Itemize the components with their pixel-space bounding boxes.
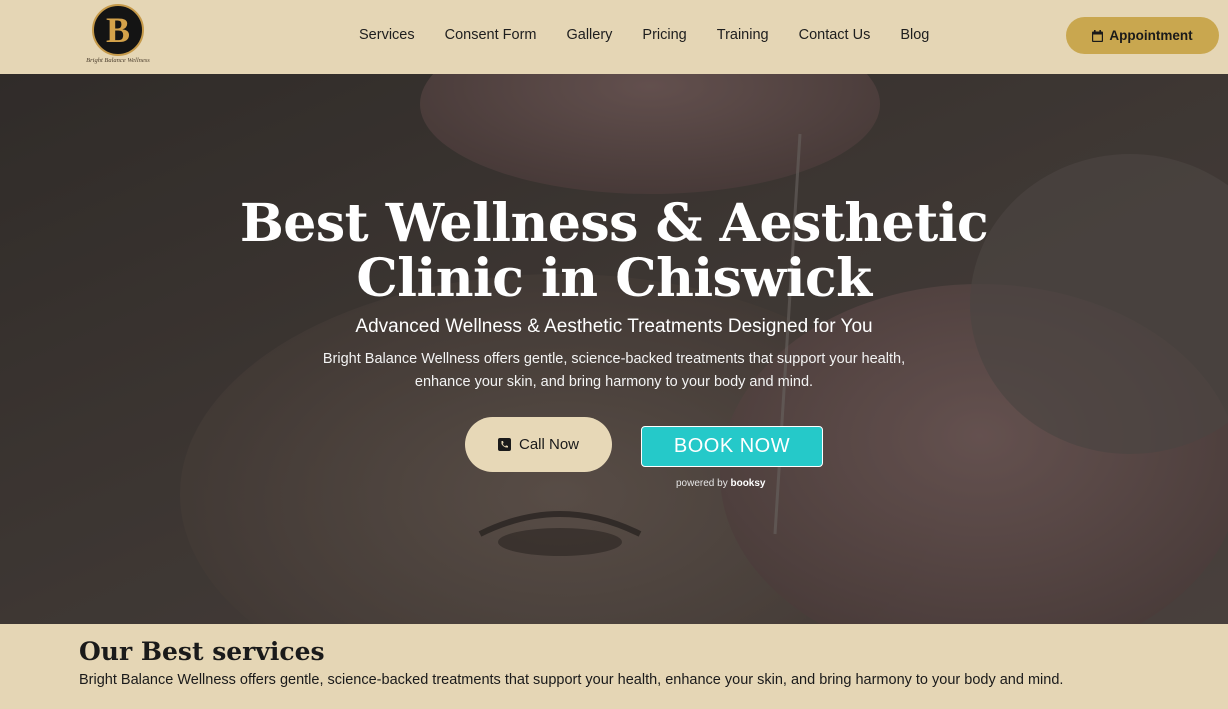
nav-item-services[interactable]: Services	[359, 26, 415, 44]
booksy-logo: booksy	[730, 478, 766, 489]
nav-item-contact-us[interactable]: Contact Us	[799, 26, 871, 44]
powered-prefix: powered by	[676, 478, 728, 489]
call-now-label: Call Now	[518, 436, 579, 453]
hero-title-line-2: Clinic in Chiswick	[356, 248, 872, 309]
call-now-button[interactable]: Call Now	[465, 417, 612, 472]
site-header: B Bright Balance Wellness Services Conse…	[0, 0, 1228, 74]
appointment-button[interactable]: Appointment	[1066, 17, 1219, 54]
book-now-button[interactable]: BOOK NOW	[641, 426, 823, 467]
logo-mark: B	[92, 4, 144, 56]
logo-letter: B	[105, 10, 130, 50]
book-now-label: BOOK NOW	[673, 435, 791, 457]
appointment-label: Appointment	[1109, 28, 1193, 43]
calendar-icon	[1092, 29, 1104, 42]
services-description: Bright Balance Wellness offers gentle, s…	[79, 672, 1064, 688]
hero-title-line-1: Best Wellness & Aesthetic	[239, 193, 989, 254]
services-section: Our Best services Bright Balance Wellnes…	[0, 624, 1228, 709]
phone-icon	[497, 438, 511, 451]
main-nav: Services Consent Form Gallery Pricing Tr…	[359, 26, 929, 44]
services-title: Our Best services	[79, 637, 325, 666]
logo-wordmark: Bright Balance Wellness	[86, 57, 150, 64]
powered-by-booksy[interactable]: powered by booksy	[676, 478, 766, 489]
brand-logo[interactable]: B Bright Balance Wellness	[82, 4, 154, 66]
hero-section: Best Wellness & Aesthetic Clinic in Chis…	[0, 74, 1228, 624]
nav-item-blog[interactable]: Blog	[900, 26, 929, 44]
hero-description: Bright Balance Wellness offers gentle, s…	[322, 351, 906, 390]
nav-item-gallery[interactable]: Gallery	[566, 26, 612, 44]
hero-subtitle: Advanced Wellness & Aesthetic Treatments…	[355, 316, 873, 337]
nav-item-training[interactable]: Training	[717, 26, 769, 44]
nav-item-pricing[interactable]: Pricing	[642, 26, 686, 44]
nav-item-consent-form[interactable]: Consent Form	[445, 26, 537, 44]
hero-title: Best Wellness & Aesthetic Clinic in Chis…	[0, 196, 1228, 306]
